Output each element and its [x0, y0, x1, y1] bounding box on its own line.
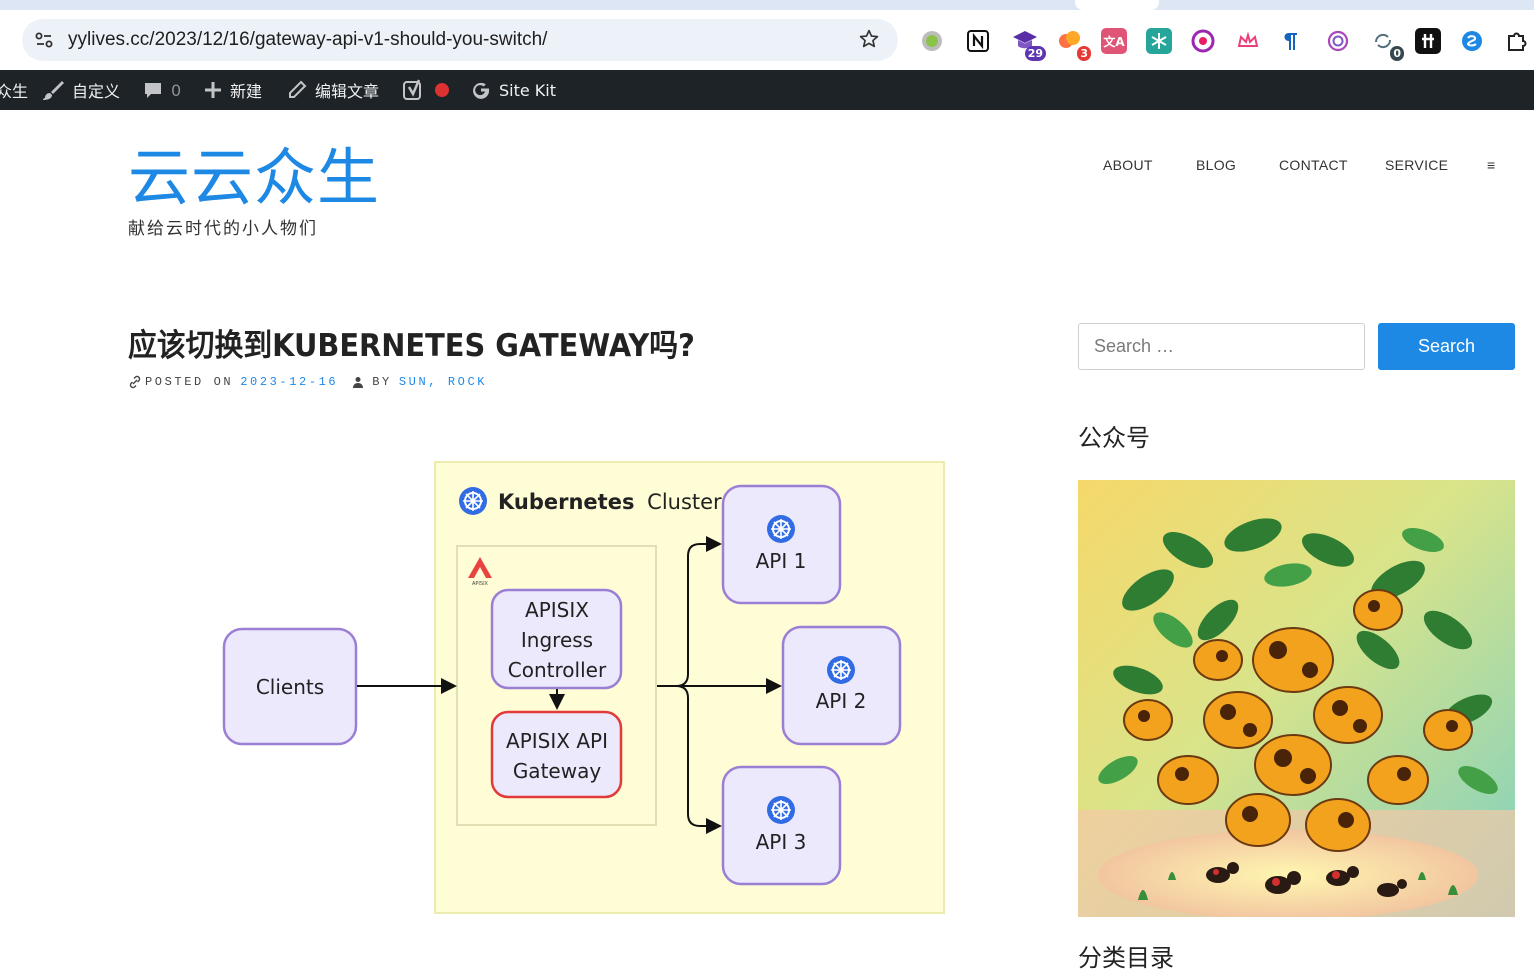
nav-blog[interactable]: BLOG	[1196, 157, 1236, 173]
admin-yoast[interactable]	[402, 70, 450, 110]
ingress-line-2: Ingress	[521, 628, 593, 652]
wechat-qr-artwork	[1078, 480, 1515, 917]
apisix-logo-text: APISIX	[472, 581, 489, 587]
bookmark-star-icon[interactable]	[858, 28, 880, 50]
api-1-label: API 1	[756, 549, 807, 573]
admin-comments[interactable]: 0	[143, 70, 181, 110]
search-button[interactable]: Search	[1378, 323, 1515, 370]
post-author-link[interactable]: SUN, ROCK	[399, 375, 487, 389]
site-info-icon[interactable]	[34, 30, 54, 50]
site-description: 献给云时代的小人物们	[128, 219, 318, 239]
badge-count: 0	[1390, 46, 1404, 61]
cloud-icon[interactable]: 3	[1057, 28, 1091, 61]
ingress-line-3: Controller	[508, 658, 607, 682]
notion-icon[interactable]	[965, 28, 991, 54]
nav-contact[interactable]: CONTACT	[1279, 157, 1348, 173]
comment-bubble-icon	[145, 83, 161, 98]
badge-count: 29	[1024, 46, 1046, 61]
api-1-node	[721, 484, 842, 605]
sync-icon[interactable]: 0	[1370, 28, 1404, 61]
link-icon	[129, 375, 141, 389]
featured-diagram: Kubernetes Cluster APISIX Clients APISIX…	[222, 461, 945, 914]
admin-sitekit[interactable]: Site Kit	[471, 70, 556, 110]
nav-more-menu[interactable]: ≡	[1487, 157, 1495, 173]
kubernetes-icon	[458, 486, 488, 516]
translate-icon[interactable]: 文A	[1101, 28, 1127, 54]
blue-circle-icon[interactable]	[1459, 28, 1485, 54]
hashnode-icon[interactable]	[1415, 28, 1441, 54]
nav-about[interactable]: ABOUT	[1103, 157, 1153, 173]
site-title[interactable]: 云云众生	[128, 142, 380, 214]
admin-customize-label: 自定义	[72, 82, 121, 101]
openai-icon[interactable]	[1325, 28, 1351, 54]
api-3-label: API 3	[756, 830, 807, 854]
sitekit-label: Site Kit	[499, 80, 557, 100]
api-gateway-node	[490, 710, 623, 799]
ingress-line-1: APISIX	[525, 598, 589, 622]
pilcrow-icon[interactable]	[1280, 28, 1306, 54]
admin-edit-post-label: 编辑文章	[315, 82, 380, 101]
post-date-link[interactable]: 2023-12-16	[240, 375, 338, 389]
search-input[interactable]	[1078, 323, 1365, 370]
svg-text:Kubernetes Cluster: Kubernetes Cluster	[498, 490, 722, 514]
gateway-line-2: Gateway	[513, 759, 602, 783]
address-bar[interactable]: yylives.cc/2023/12/16/gateway-api-v1-sho…	[22, 19, 898, 61]
badge-count: 3	[1077, 46, 1091, 61]
puzzle-icon[interactable]	[1504, 28, 1530, 54]
nav-service[interactable]: SERVICE	[1385, 157, 1448, 173]
cluster-title-bold: Kubernetes	[498, 490, 634, 514]
seo-status-dot-icon	[435, 83, 449, 97]
admin-customize[interactable]: 自定义	[42, 70, 120, 110]
widget-title-wechat: 公众号	[1078, 424, 1150, 452]
user-icon	[353, 377, 364, 388]
brush-icon	[43, 81, 64, 100]
post-title[interactable]: 应该切换到KUBERNETES GATEWAY吗?	[128, 320, 695, 365]
crown-icon[interactable]	[1235, 28, 1261, 54]
admin-site-name[interactable]: 众生	[0, 70, 28, 110]
api-2-label: API 2	[816, 689, 867, 713]
browser-toolbar: yylives.cc/2023/12/16/gateway-api-v1-sho…	[0, 10, 1534, 70]
main-navigation: ABOUT BLOG CONTACT SERVICE ≡	[1090, 157, 1510, 177]
plus-icon	[205, 82, 221, 98]
cluster-title-rest: Cluster	[647, 490, 722, 514]
admin-new[interactable]: 新建	[204, 70, 262, 110]
yoast-icon	[403, 79, 421, 100]
wp-admin-bar: 众生 自定义 0 新建 编辑文章 Site Kit	[0, 70, 1534, 110]
widget-title-categories: 分类目录	[1078, 944, 1174, 972]
api-2-node	[781, 625, 902, 746]
graduation-cap-icon[interactable]: 29	[1012, 28, 1046, 61]
gateway-line-1: APISIX API	[506, 729, 608, 753]
posted-on-label: POSTED ON	[145, 375, 234, 389]
comments-count: 0	[171, 80, 182, 100]
clients-label: Clients	[256, 675, 324, 699]
green-circle-icon[interactable]	[919, 28, 945, 54]
lr-icon[interactable]	[1190, 28, 1216, 54]
snowflake-icon[interactable]	[1146, 28, 1172, 54]
pencil-icon	[289, 80, 307, 98]
api-3-node	[721, 765, 842, 886]
kubernetes-icon	[766, 795, 796, 825]
tab-strip	[0, 0, 1534, 10]
admin-edit-post[interactable]: 编辑文章	[287, 70, 379, 110]
admin-site-name-label: 众生	[0, 82, 29, 101]
active-tab[interactable]	[1075, 0, 1159, 10]
post-meta: POSTED ON 2023-12-16 BY SUN, ROCK	[128, 375, 487, 389]
admin-new-label: 新建	[230, 82, 263, 101]
kubernetes-icon	[826, 655, 856, 685]
translate-glyph: 文A	[1103, 34, 1125, 49]
google-g-icon	[473, 82, 490, 99]
kubernetes-icon	[766, 514, 796, 544]
url-text[interactable]: yylives.cc/2023/12/16/gateway-api-v1-sho…	[68, 29, 547, 51]
by-label: BY	[372, 375, 392, 389]
